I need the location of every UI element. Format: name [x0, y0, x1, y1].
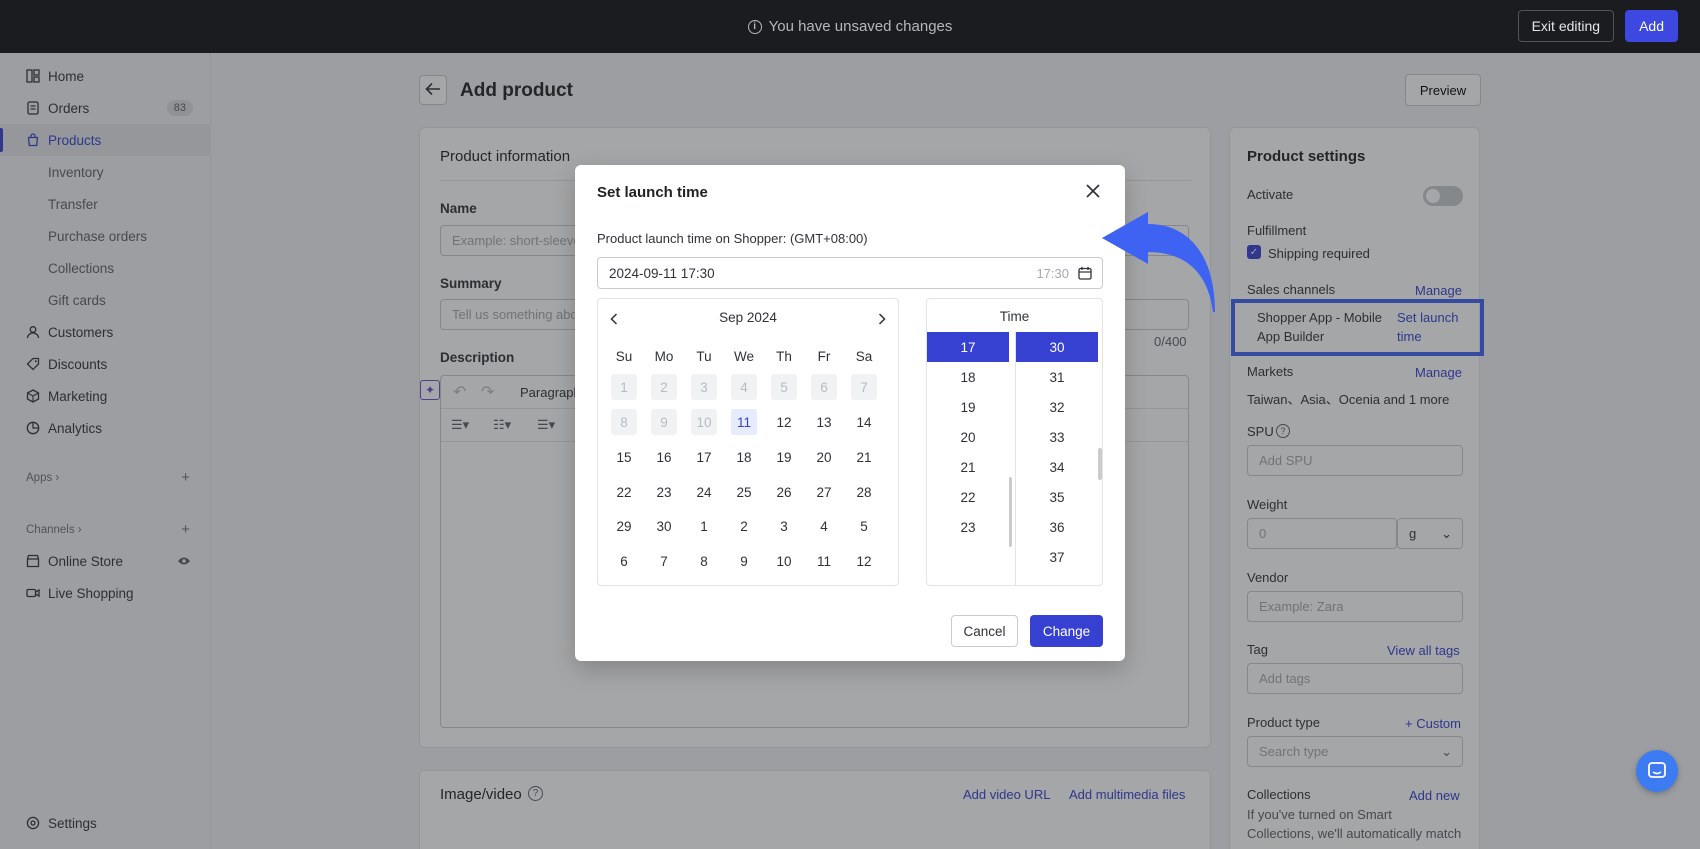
- calendar-day: 6: [811, 374, 837, 400]
- info-icon: i: [747, 19, 762, 34]
- calendar-day[interactable]: 14: [851, 409, 877, 435]
- time-panel: Time 17 18 19 20 21 22 23 30 31 32 33 34 35 36 37: [926, 298, 1103, 586]
- calendar-day[interactable]: 5: [851, 513, 877, 539]
- calendar-day[interactable]: 21: [851, 444, 877, 470]
- calendar-day: 3: [691, 374, 717, 400]
- calendar-day[interactable]: 15: [611, 444, 637, 470]
- calendar-day[interactable]: 1: [691, 513, 717, 539]
- calendar-day[interactable]: 29: [611, 513, 637, 539]
- next-month-chevron-right-icon[interactable]: [872, 309, 892, 329]
- unsaved-text: You have unsaved changes: [768, 18, 953, 35]
- calendar-day[interactable]: 12: [771, 409, 797, 435]
- calendar-day[interactable]: 7: [651, 548, 677, 574]
- calendar-day[interactable]: 28: [851, 479, 877, 505]
- cancel-button[interactable]: Cancel: [951, 615, 1018, 647]
- calendar-day[interactable]: 4: [811, 513, 837, 539]
- time-hint: 17:30: [1036, 265, 1069, 281]
- calendar-day[interactable]: 19: [771, 444, 797, 470]
- calendar-day: 8: [611, 409, 637, 435]
- calendar-day: 7: [851, 374, 877, 400]
- calendar-day[interactable]: 17: [691, 444, 717, 470]
- hour-option[interactable]: 23: [927, 512, 1009, 542]
- pointer-arrow-icon: [1102, 212, 1215, 312]
- calendar-day[interactable]: 20: [811, 444, 837, 470]
- weekday-header: Fr: [817, 349, 831, 364]
- calendar-day: 5: [771, 374, 797, 400]
- calendar-day: 1: [611, 374, 637, 400]
- weekday-header: Tu: [696, 349, 712, 364]
- calendar-day: 4: [731, 374, 757, 400]
- close-icon[interactable]: [1083, 181, 1103, 201]
- minute-option[interactable]: 34: [1016, 452, 1098, 482]
- change-button[interactable]: Change: [1030, 615, 1103, 647]
- weekday-header: We: [733, 349, 754, 364]
- calendar-day[interactable]: 26: [771, 479, 797, 505]
- calendar-day[interactable]: 8: [691, 548, 717, 574]
- weekday-header: Su: [615, 349, 633, 364]
- calendar-day[interactable]: 24: [691, 479, 717, 505]
- unsaved-message: i You have unsaved changes: [747, 18, 953, 35]
- calendar-day[interactable]: 12: [851, 548, 877, 574]
- calendar-day[interactable]: 25: [731, 479, 757, 505]
- calendar-day: 9: [651, 409, 677, 435]
- calendar-day[interactable]: 11: [731, 409, 757, 435]
- calendar-day: 2: [651, 374, 677, 400]
- hour-option[interactable]: 22: [927, 482, 1009, 512]
- minute-scrollbar[interactable]: [1098, 448, 1102, 480]
- top-bar: i You have unsaved changes Exit editing …: [0, 0, 1700, 53]
- hour-option[interactable]: 17: [927, 332, 1009, 362]
- calendar-day[interactable]: 3: [771, 513, 797, 539]
- calendar-day[interactable]: 9: [731, 548, 757, 574]
- calendar-day[interactable]: 30: [651, 513, 677, 539]
- calendar-day[interactable]: 10: [771, 548, 797, 574]
- time-header: Time: [999, 309, 1030, 324]
- calendar-day[interactable]: 6: [611, 548, 637, 574]
- minute-option[interactable]: 31: [1016, 362, 1098, 392]
- hour-scrollbar[interactable]: [1009, 477, 1012, 547]
- launch-time-label: Product launch time on Shopper: (GMT+08:…: [597, 231, 868, 246]
- hour-option[interactable]: 19: [927, 392, 1009, 422]
- minute-option[interactable]: 33: [1016, 422, 1098, 452]
- hour-option[interactable]: 18: [927, 362, 1009, 392]
- weekday-header: Th: [776, 349, 792, 364]
- minute-option[interactable]: 36: [1016, 512, 1098, 542]
- set-launch-time-dialog: Set launch time Product launch time on S…: [575, 165, 1125, 661]
- calendar-day[interactable]: 2: [731, 513, 757, 539]
- calendar-day[interactable]: 13: [811, 409, 837, 435]
- add-button[interactable]: Add: [1625, 10, 1678, 42]
- minute-option[interactable]: 32: [1016, 392, 1098, 422]
- calendar-month-label: Sep 2024: [719, 310, 777, 325]
- minute-option[interactable]: 30: [1016, 332, 1098, 362]
- dialog-title: Set launch time: [597, 184, 708, 201]
- calendar-icon[interactable]: [1078, 266, 1092, 283]
- minute-option[interactable]: 35: [1016, 482, 1098, 512]
- calendar-day: 10: [691, 409, 717, 435]
- calendar-day[interactable]: 16: [651, 444, 677, 470]
- calendar-day[interactable]: 22: [611, 479, 637, 505]
- calendar-day[interactable]: 18: [731, 444, 757, 470]
- weekday-header: Mo: [654, 349, 674, 364]
- calendar-day[interactable]: 23: [651, 479, 677, 505]
- launch-datetime-input[interactable]: 2024-09-11 17:30 17:30: [597, 257, 1103, 289]
- calendar-day[interactable]: 11: [811, 548, 837, 574]
- calendar-day[interactable]: 27: [811, 479, 837, 505]
- minute-option[interactable]: 37: [1016, 542, 1098, 572]
- hour-option[interactable]: 21: [927, 452, 1009, 482]
- weekday-header: Sa: [855, 349, 873, 364]
- exit-editing-button[interactable]: Exit editing: [1517, 10, 1615, 42]
- calendar-panel: Sep 2024 Su Mo Tu We Th Fr Sa 1 2 3 4 5 6 7 8 9 10 11 12 1…: [597, 298, 899, 586]
- hour-option[interactable]: 20: [927, 422, 1009, 452]
- datetime-value: 2024-09-11 17:30: [609, 265, 715, 281]
- chat-support-icon[interactable]: [1636, 750, 1678, 792]
